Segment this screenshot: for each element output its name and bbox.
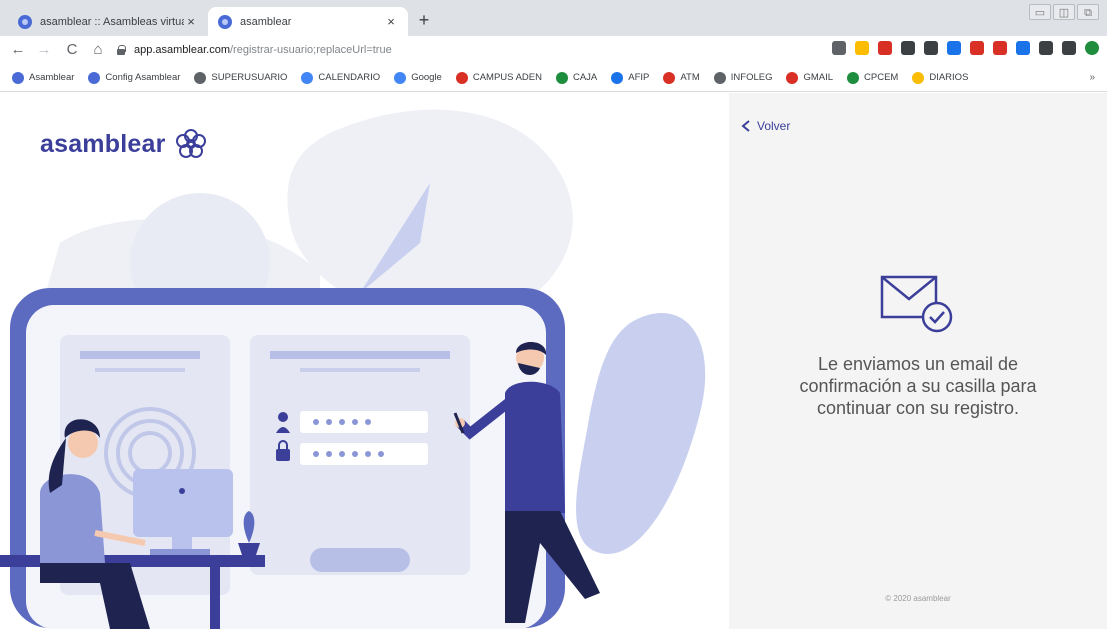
asamblear-flower-icon [175, 129, 206, 158]
home-icon[interactable]: ⌂ [88, 40, 108, 60]
bookmark-label: INFOLEG [730, 72, 773, 83]
confirmation-message: Le enviamos un email de confirmación a s… [799, 354, 1037, 418]
logo-wordmark: asamblear [40, 129, 166, 158]
forward-arrow-icon[interactable]: → [34, 40, 54, 60]
confirmation-block: Le enviamos un email de confirmación a s… [729, 273, 1107, 419]
tab-close-icon[interactable]: × [184, 14, 198, 29]
asamblear-logo: asamblear [40, 127, 208, 161]
asamblear-favicon-icon [18, 14, 32, 29]
bookmark-config-asamblear[interactable]: Config Asamblear [88, 71, 181, 84]
bookmark-campus-aden[interactable]: CAMPUS ADEN [455, 71, 542, 84]
extension-icon[interactable] [1039, 41, 1053, 55]
extension-icon[interactable] [878, 41, 892, 55]
bookmark-afip[interactable]: AFIP [611, 71, 650, 84]
illustration-panel: asamblear [0, 93, 729, 629]
profile-avatar[interactable] [1085, 41, 1099, 55]
copyright-footer: © 2020 asamblear [885, 594, 951, 603]
page-content: asamblear Volver Le enviamos un email de… [0, 93, 1107, 629]
bookmark-atm[interactable]: ATM [663, 71, 700, 84]
url-path: /registrar-usuario;replaceUrl=true [230, 44, 392, 56]
bookmark-favicon-icon [394, 71, 407, 84]
bookmark-favicon-icon [611, 71, 624, 84]
bookmark-diarios[interactable]: DIARIOS [912, 71, 969, 84]
asamblear-favicon-icon [218, 14, 232, 29]
back-arrow-icon[interactable]: ← [8, 40, 28, 60]
volver-label: Volver [757, 119, 791, 133]
new-tab-button[interactable]: + [414, 10, 434, 31]
reload-icon[interactable]: C [62, 40, 82, 60]
bookmark-label: AFIP [628, 72, 650, 83]
bookmark-label: CAJA [572, 72, 598, 83]
browser-tabstrip: asamblear :: Asambleas virtuales × asamb… [0, 0, 1107, 36]
bookmark-label: DIARIOS [929, 72, 969, 83]
extension-icon[interactable] [1016, 41, 1030, 55]
bookmark-cpcem[interactable]: CPCEM [847, 71, 899, 84]
bookmark-caja[interactable]: CAJA [555, 71, 598, 84]
bookmark-favicon-icon [301, 71, 314, 84]
bookmark-favicon-icon [12, 71, 24, 84]
bookmark-google[interactable]: Google [394, 71, 442, 84]
extension-icon[interactable] [924, 41, 938, 55]
bookmark-favicon-icon [194, 71, 207, 84]
extension-icon[interactable] [855, 41, 869, 55]
registration-illustration [0, 109, 706, 629]
bookmark-calendario[interactable]: CALENDARIO [301, 71, 381, 84]
bookmark-label: ATM [680, 72, 700, 83]
email-sent-icon [880, 275, 953, 333]
bookmark-label: GMAIL [803, 72, 834, 83]
bookmark-favicon-icon [847, 71, 860, 84]
extensions-bar [832, 41, 1099, 55]
bookmark-gmail[interactable]: GMAIL [786, 71, 834, 84]
bookmark-label: Config Asamblear [105, 72, 181, 83]
bookmark-favicon-icon [88, 71, 101, 84]
bookmark-label: Asamblear [29, 72, 75, 83]
bookmark-label: SUPERUSUARIO [211, 72, 288, 83]
lock-icon [116, 45, 126, 55]
tab-close-icon[interactable]: × [384, 14, 398, 29]
extension-icon[interactable] [901, 41, 915, 55]
chevron-left-icon [741, 120, 750, 132]
restore-icon[interactable]: ◫ [1053, 4, 1075, 20]
bookmarks-overflow-icon[interactable]: » [1089, 72, 1095, 83]
browser-tab-asamblear[interactable]: asamblear × [208, 7, 408, 36]
browser-tab-asambleas-virtuales[interactable]: asamblear :: Asambleas virtuales × [8, 7, 208, 36]
extension-icon[interactable] [832, 41, 846, 55]
bookmark-label: Google [411, 72, 442, 83]
extension-icon[interactable] [1062, 41, 1076, 55]
bookmark-label: CALENDARIO [318, 72, 381, 83]
bookmark-favicon-icon [912, 71, 925, 84]
browser-toolbar: ← → C ⌂ app.asamblear.com/registrar-usua… [0, 36, 1107, 64]
close-window-icon[interactable]: ⧉ [1077, 4, 1099, 20]
bookmark-infoleg[interactable]: INFOLEG [713, 71, 773, 84]
bookmark-label: CPCEM [864, 72, 899, 83]
bookmark-superusuario[interactable]: SUPERUSUARIO [194, 71, 288, 84]
bookmark-favicon-icon [663, 71, 676, 84]
bookmarks-bar: Asamblear Config Asamblear SUPERUSUARIO CAL… [0, 64, 1107, 92]
bookmark-favicon-icon [555, 71, 568, 84]
url-host: app.asamblear.com [134, 44, 230, 56]
window-controls: ▭ ◫ ⧉ [1029, 4, 1099, 20]
confirmation-panel: Volver Le enviamos un email de confirmac… [729, 93, 1107, 629]
bookmark-asamblear[interactable]: Asamblear [12, 71, 75, 84]
extension-icon[interactable] [947, 41, 961, 55]
extension-icon[interactable] [993, 41, 1007, 55]
tab-title: asamblear [240, 15, 292, 28]
extension-icon[interactable] [970, 41, 984, 55]
bookmark-favicon-icon [455, 71, 468, 84]
bookmark-favicon-icon [786, 71, 799, 84]
bookmark-favicon-icon [713, 71, 726, 84]
volver-link[interactable]: Volver [741, 119, 790, 133]
minimize-icon[interactable]: ▭ [1029, 4, 1051, 20]
bookmark-label: CAMPUS ADEN [472, 72, 542, 83]
tab-title: asamblear :: Asambleas virtuales [40, 15, 184, 28]
